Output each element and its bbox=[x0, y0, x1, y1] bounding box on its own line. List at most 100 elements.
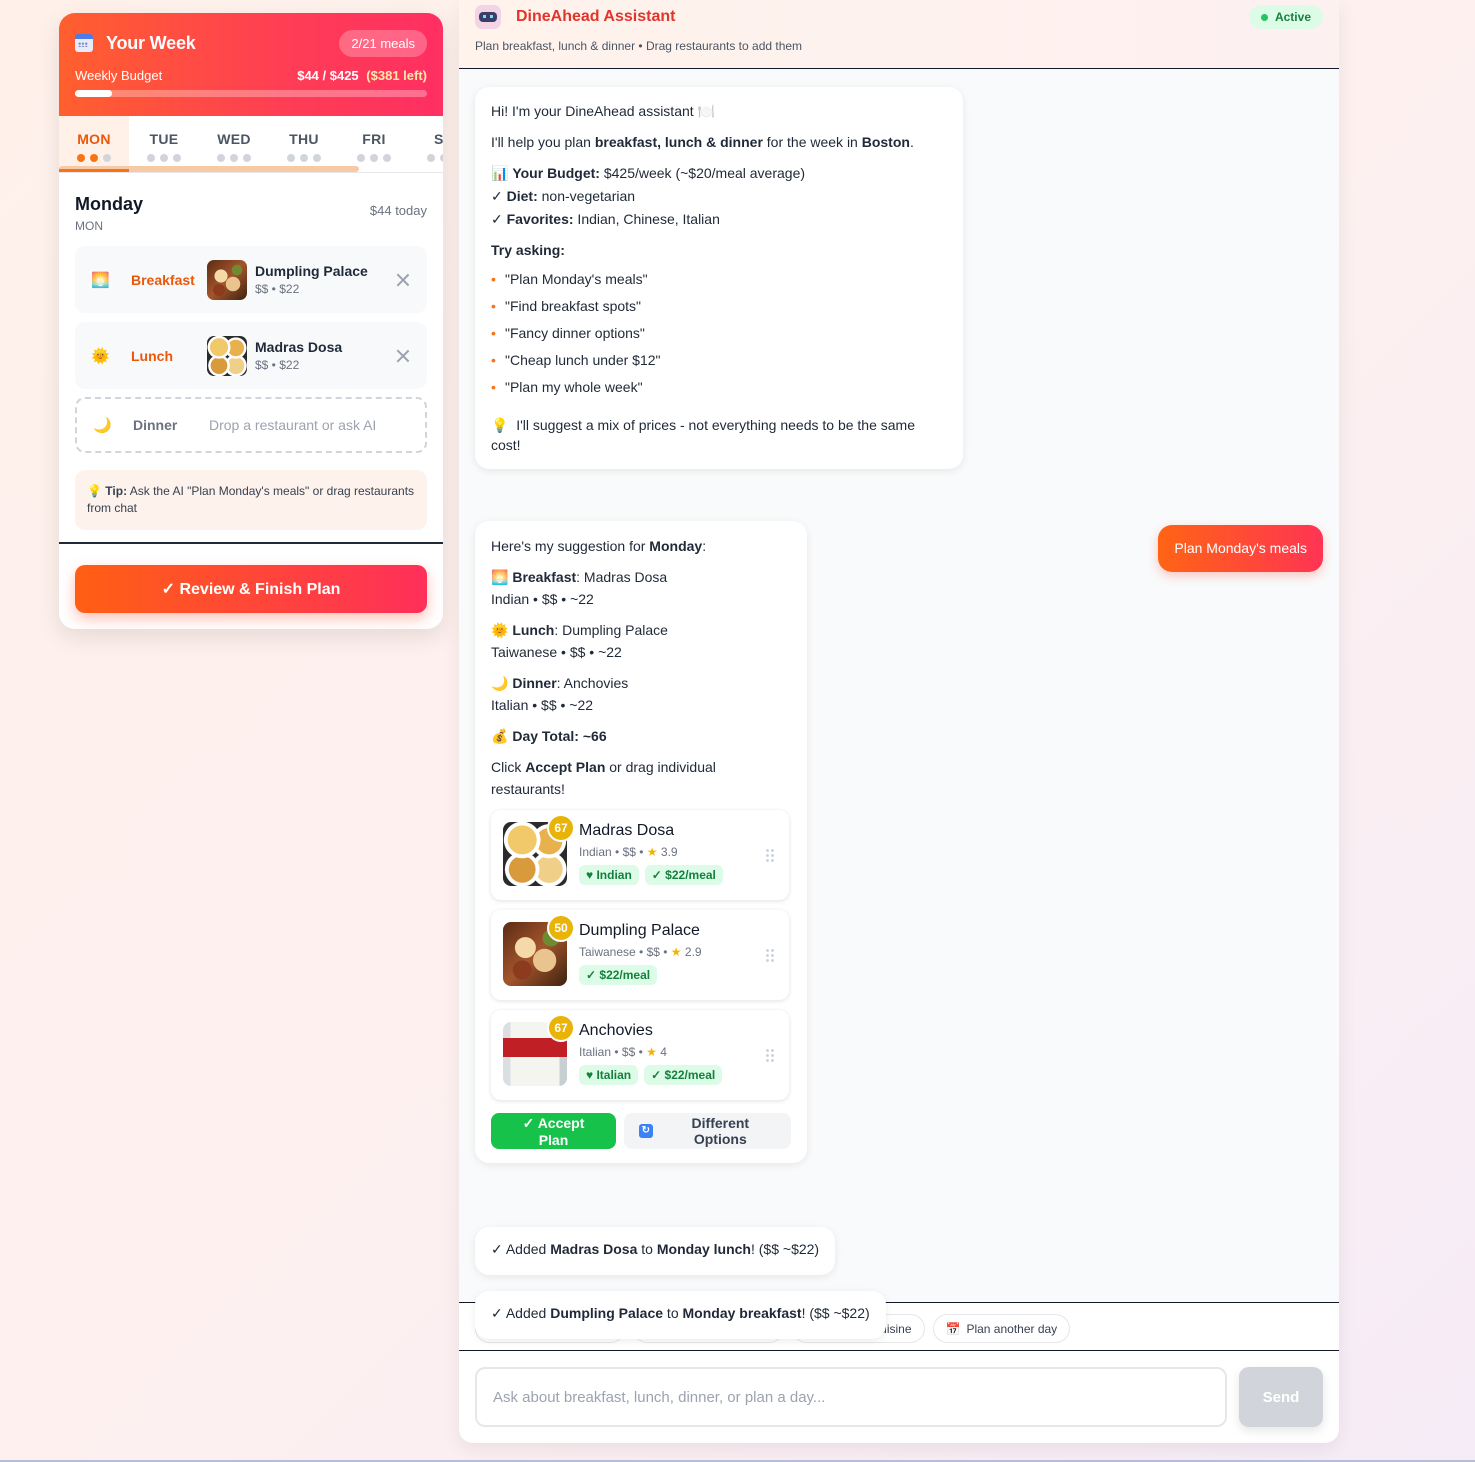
slot-restaurant-meta: $$ • $22 bbox=[255, 282, 300, 296]
restaurant-photo: 50 bbox=[503, 914, 575, 986]
meal-dot bbox=[357, 154, 365, 162]
drag-handle-icon[interactable] bbox=[765, 1048, 775, 1064]
tab-label: WED bbox=[217, 131, 251, 147]
meal-dots bbox=[409, 154, 443, 162]
suggestion-dinner: 🌙 Dinner: Anchovies bbox=[491, 675, 629, 691]
meal-dots bbox=[59, 154, 129, 162]
restaurant-tag: ✓ $22/meal bbox=[644, 1065, 723, 1085]
different-options-button[interactable]: ↻ Different Options bbox=[623, 1113, 791, 1149]
suggestion-list: "Plan Monday's meals""Find breakfast spo… bbox=[491, 266, 947, 401]
budget-progress-bar bbox=[75, 90, 427, 97]
restaurant-name: Anchovies bbox=[579, 1022, 653, 1039]
assistant-title: DineAhead Assistant bbox=[516, 8, 676, 25]
assistant-message-suggestion: Here's my suggestion for Monday: 🌅 Break… bbox=[475, 521, 807, 1163]
greeting: Hi! I'm your DineAhead assistant 🍽️ bbox=[491, 103, 715, 119]
star-icon: ★ bbox=[646, 1045, 657, 1059]
meal-slot-lunch[interactable]: 🌞 Lunch Madras Dosa $$ • $22 bbox=[75, 322, 427, 389]
restaurant-tag: ♥ Italian bbox=[579, 1065, 639, 1085]
meal-dot bbox=[230, 154, 238, 162]
send-button[interactable]: Send bbox=[1239, 1367, 1323, 1427]
chat-input[interactable] bbox=[475, 1367, 1227, 1427]
day-abbr: MON bbox=[75, 219, 103, 233]
slot-restaurant-name: Dumpling Palace bbox=[255, 263, 368, 279]
meal-dot bbox=[287, 154, 295, 162]
drag-handle-icon[interactable] bbox=[765, 848, 775, 864]
status-badge: Active bbox=[1248, 5, 1323, 29]
meal-dot bbox=[243, 154, 251, 162]
match-score-badge: 67 bbox=[547, 1014, 575, 1042]
suggestion-breakfast-meta: Indian • $$ • ~22 bbox=[491, 591, 594, 607]
message-list[interactable]: Hi! I'm your DineAhead assistant 🍽️ I'll… bbox=[459, 69, 1339, 1339]
restaurant-card[interactable]: 50 Dumpling Palace Taiwanese • $$ • ★ 2.9 ✓… bbox=[491, 910, 789, 1000]
restaurant-name: Madras Dosa bbox=[579, 822, 675, 839]
tab-day-fri[interactable]: FRI bbox=[339, 116, 409, 172]
restaurant-meta: Italian • $$ • ★ 4 bbox=[579, 1045, 667, 1059]
composer: Send bbox=[459, 1351, 1339, 1427]
remove-icon[interactable] bbox=[395, 272, 411, 288]
week-header: Your Week 2/21 meals Weekly Budget $44 /… bbox=[59, 13, 443, 116]
lightbulb-icon: 💡 bbox=[491, 417, 509, 433]
tab-day-sa[interactable]: SA bbox=[409, 116, 443, 172]
meal-slot-breakfast[interactable]: 🌅 Breakfast Dumpling Palace $$ • $22 bbox=[75, 246, 427, 313]
moon-icon: 🌙 bbox=[93, 417, 112, 434]
rating: 2.9 bbox=[684, 945, 702, 959]
accept-cta: Click Accept Plan or drag individual res… bbox=[491, 759, 716, 797]
restaurant-meta: Taiwanese • $$ • ★ 2.9 bbox=[579, 945, 702, 959]
drag-handle-icon[interactable] bbox=[765, 948, 775, 964]
suggestion-item: "Cheap lunch under $12" bbox=[491, 347, 947, 374]
meal-dot bbox=[147, 154, 155, 162]
tab-day-mon[interactable]: MON bbox=[59, 116, 129, 172]
suggestion-item: "Plan my whole week" bbox=[491, 374, 947, 401]
slot-restaurant-meta: $$ • $22 bbox=[255, 358, 300, 372]
meal-dot bbox=[370, 154, 378, 162]
tab-day-thu[interactable]: THU bbox=[269, 116, 339, 172]
suggestion-intro: Here's my suggestion for Monday: bbox=[491, 538, 707, 554]
rating: 3.9 bbox=[660, 845, 678, 859]
status-text: Active bbox=[1274, 10, 1311, 24]
suggestion-dinner-meta: Italian • $$ • ~22 bbox=[491, 697, 594, 713]
review-finish-button[interactable]: ✓ Review & Finish Plan bbox=[75, 565, 427, 613]
meal-dot bbox=[383, 154, 391, 162]
restaurant-card[interactable]: 67 Madras Dosa Indian • $$ • ★ 3.9 ♥ Indian… bbox=[491, 810, 789, 900]
tab-label: MON bbox=[77, 131, 111, 147]
meals-count-badge: 2/21 meals bbox=[339, 29, 427, 57]
refresh-icon: ↻ bbox=[638, 1124, 653, 1138]
favorites-line: ✓ Favorites: Indian, Chinese, Italian bbox=[491, 211, 720, 227]
restaurant-tag: ✓ $22/meal bbox=[579, 965, 658, 985]
day-total-line: 💰 Day Total: ~66 bbox=[491, 728, 607, 744]
accept-plan-button[interactable]: ✓ Accept Plan bbox=[491, 1113, 616, 1149]
assistant-message-confirm: ✓ Added Madras Dosa to Monday lunch! ($$… bbox=[475, 1227, 836, 1275]
restaurant-card[interactable]: 67 Anchovies Italian • $$ • ★ 4 ♥ Italian ✓ … bbox=[491, 1010, 789, 1100]
tab-day-tue[interactable]: TUE bbox=[129, 116, 199, 172]
day-name: Monday bbox=[75, 194, 144, 214]
restaurant-thumbnail bbox=[207, 259, 247, 300]
diet-line: ✓ Diet: non-vegetarian bbox=[491, 188, 636, 204]
tab-day-wed[interactable]: WED bbox=[199, 116, 269, 172]
remove-icon[interactable] bbox=[395, 348, 411, 364]
slot-restaurant-name: Madras Dosa bbox=[255, 339, 343, 355]
meal-dot bbox=[440, 154, 443, 162]
active-tab-indicator bbox=[59, 169, 129, 172]
meal-dots bbox=[199, 154, 269, 162]
robot-icon bbox=[475, 5, 501, 29]
meal-dot bbox=[427, 154, 435, 162]
day-detail: Monday MON $44 today 🌅 Breakfast Dumplin… bbox=[59, 173, 443, 544]
tab-label: FRI bbox=[362, 131, 386, 147]
sun-icon: 🌞 bbox=[491, 622, 509, 638]
restaurant-photo: 67 bbox=[503, 814, 575, 886]
week-panel: Your Week 2/21 meals Weekly Budget $44 /… bbox=[59, 13, 443, 629]
moon-icon: 🌙 bbox=[491, 675, 509, 691]
slot-label: Dinner bbox=[133, 417, 178, 433]
restaurant-meta: Indian • $$ • ★ 3.9 bbox=[579, 845, 678, 859]
restaurant-thumbnail bbox=[207, 335, 247, 376]
star-icon: ★ bbox=[670, 945, 682, 959]
meal-dot bbox=[300, 154, 308, 162]
sun-icon: 🌞 bbox=[91, 347, 110, 365]
meal-dots bbox=[129, 154, 199, 162]
day-tabs: MON TUE WED THU FRI SA bbox=[59, 116, 443, 173]
meal-slot-dinner-dropzone[interactable]: 🌙 Dinner Drop a restaurant or ask AI bbox=[75, 397, 427, 453]
quick-action-chip[interactable]: 📅 Plan another day bbox=[932, 1314, 1071, 1343]
assistant-message-confirm: ✓ Added Dumpling Palace to Monday breakf… bbox=[475, 1291, 886, 1339]
budget-remaining: ($381 left) bbox=[366, 68, 427, 83]
tab-label: THU bbox=[289, 131, 319, 147]
